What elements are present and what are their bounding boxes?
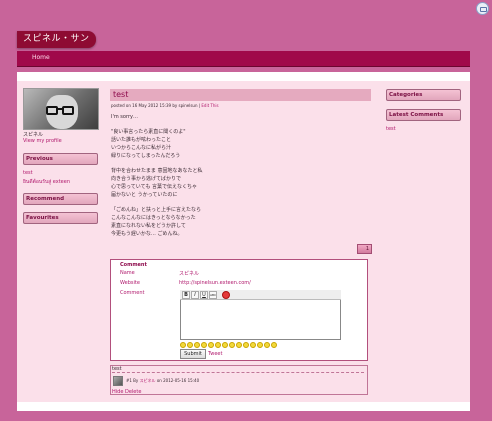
- recommend-header: Recommend: [23, 193, 98, 205]
- smiley-icon[interactable]: [250, 342, 256, 348]
- smiley-icon[interactable]: [208, 342, 214, 348]
- smiley-icon[interactable]: [201, 342, 207, 348]
- bold-button[interactable]: B: [182, 291, 190, 299]
- latest-comment-link[interactable]: test: [386, 126, 396, 132]
- website-field[interactable]: http://spinelsun.exteen.com/: [179, 280, 251, 286]
- previous-header: Previous: [23, 153, 98, 165]
- submit-button[interactable]: Submit: [180, 349, 206, 359]
- edit-this-link[interactable]: Edit This: [201, 103, 218, 108]
- post-line: 背中を合わせたまま 意固地なあなたと私: [111, 168, 203, 174]
- view-profile-link[interactable]: View my profile: [23, 138, 62, 144]
- strikethrough-button[interactable]: ABC: [209, 291, 217, 299]
- underline-button[interactable]: U: [200, 291, 208, 299]
- post-title[interactable]: test: [113, 90, 128, 99]
- previous-item[interactable]: test: [23, 170, 33, 176]
- comment-form-header: Comment: [120, 262, 147, 268]
- smiley-icon[interactable]: [180, 342, 186, 348]
- stop-icon[interactable]: [222, 291, 230, 299]
- profile-avatar: [23, 88, 99, 130]
- profile-name: スピネル: [23, 132, 44, 138]
- categories-header: Categories: [386, 89, 461, 101]
- content-top-strip: [17, 72, 470, 81]
- camera-icon[interactable]: [476, 2, 489, 15]
- italic-button[interactable]: I: [191, 291, 199, 299]
- post-line: 今更もう遅いかな… ごめんね。: [111, 231, 183, 237]
- favourites-header: Favourites: [23, 212, 98, 224]
- smiley-icon[interactable]: [236, 342, 242, 348]
- page-number-button[interactable]: 1: [357, 244, 372, 254]
- site-title[interactable]: スピネル・サン: [17, 31, 96, 48]
- smiley-icon[interactable]: [187, 342, 193, 348]
- smiley-icon[interactable]: [271, 342, 277, 348]
- smiley-icon[interactable]: [229, 342, 235, 348]
- post-line: いつからこんなに私がら汁: [111, 145, 172, 151]
- comment-author-link[interactable]: スピネル: [140, 378, 156, 383]
- content-bottom-strip: [17, 402, 470, 411]
- nav-bar: Home: [17, 51, 470, 67]
- comment-number: #1 By: [126, 378, 139, 383]
- post-line: 緑りになってしまったんだろう: [111, 153, 181, 159]
- post-line: 素直になれない私をどうか許して: [111, 223, 186, 229]
- smiley-icon[interactable]: [222, 342, 228, 348]
- previous-item[interactable]: ยินดีต้อนรับสู่ exteen: [23, 178, 70, 186]
- comment-actions[interactable]: Hide Delete: [112, 389, 141, 395]
- smiley-icon[interactable]: [194, 342, 200, 348]
- latest-comments-header: Latest Comments: [386, 109, 461, 121]
- smiley-icon[interactable]: [243, 342, 249, 348]
- post-line: I'm sorry…: [111, 114, 138, 120]
- post-line: 向き合う事から逃げてばかりで: [111, 176, 182, 182]
- smiley-icon[interactable]: [257, 342, 263, 348]
- name-field[interactable]: スピネル: [179, 270, 199, 277]
- post-line: 話いた誰もが呟わったこと: [111, 137, 172, 143]
- post-line: こんなこんなにはきっとならなかった: [111, 215, 196, 221]
- post-line: 「ごめんね」と扶っと上手に言えたなら: [111, 207, 202, 213]
- comment-label: Comment: [120, 290, 145, 296]
- post-line: 心で思っていても 言葉で伝えなくちゃ: [111, 184, 197, 190]
- smiley-icon[interactable]: [215, 342, 221, 348]
- website-label: Website: [120, 280, 140, 286]
- name-label: Name: [120, 270, 135, 276]
- posted-comment-meta: #1 By スピネル on 2012-05-16 15:40: [126, 378, 199, 384]
- post-line: "良い事言ったら素直に聞くのよ": [111, 129, 186, 135]
- tweet-link[interactable]: Tweet: [208, 351, 222, 357]
- post-line: 届かないと うかっていたのに: [111, 192, 178, 198]
- comment-date: on 2012-05-16 15:40: [156, 378, 200, 383]
- post-meta-text: posted on 16 May 2012 15:39 by spinelsun: [111, 103, 198, 108]
- post-title-bar: [110, 89, 371, 101]
- nav-home-link[interactable]: Home: [32, 54, 50, 61]
- smiley-icon[interactable]: [264, 342, 270, 348]
- commenter-avatar: [113, 376, 123, 386]
- divider: [112, 372, 364, 373]
- post-meta: posted on 16 May 2012 15:39 by spinelsun…: [111, 103, 219, 108]
